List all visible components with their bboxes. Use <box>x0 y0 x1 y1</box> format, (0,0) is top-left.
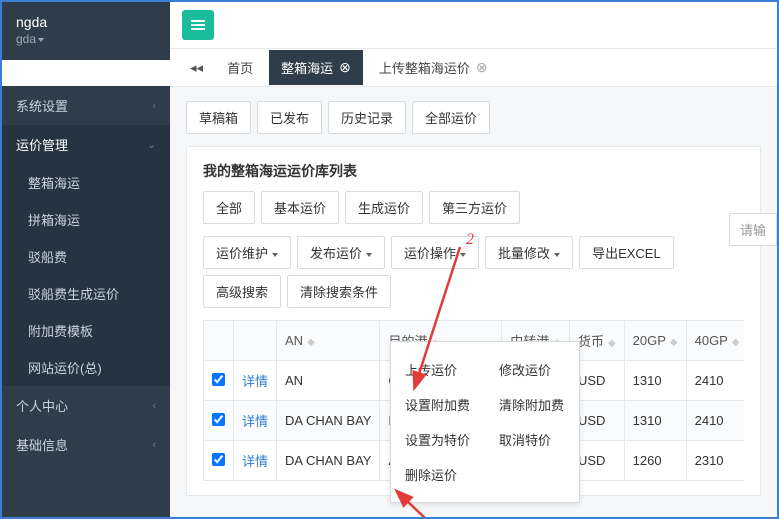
caret-down-icon <box>554 253 560 257</box>
sidebar-submenu: 整箱海运 拼箱海运 驳船费 驳船费生成运价 附加费模板 网站运价(总) <box>2 164 170 386</box>
close-icon[interactable]: ⊗ <box>476 59 488 76</box>
detail-link[interactable]: 详情 <box>234 361 277 401</box>
filter-generated[interactable]: 生成运价 <box>345 191 423 224</box>
tabbar: ◂◂ 首页 整箱海运 ⊗ 上传整箱海运价 ⊗ <box>170 49 777 87</box>
caret-down-icon <box>366 253 372 257</box>
btn-clear-search[interactable]: 清除搜索条件 <box>287 275 391 308</box>
sidebar-label: 运价管理 <box>16 135 68 154</box>
cell-an: DA CHAN BAY <box>277 441 380 481</box>
cell-20gp: 1310 <box>624 361 686 401</box>
btn-export-excel[interactable]: 导出EXCEL <box>579 236 674 269</box>
chevron-left-icon: ‹ <box>152 439 156 451</box>
main-area: ◂◂ 首页 整箱海运 ⊗ 上传整箱海运价 ⊗ 草稿箱 已发布 历史记录 全部运价 我… <box>170 2 777 517</box>
th-detail <box>234 321 277 361</box>
sort-icon: ◆ <box>670 337 678 348</box>
dd-delete-price[interactable]: 删除运价 <box>391 457 485 492</box>
filter-tab-row: 全部 基本运价 生成运价 第三方运价 <box>203 191 744 224</box>
sidebar-item-freight-manage[interactable]: 运价管理 ⌄ <box>2 125 170 164</box>
row-checkbox[interactable] <box>212 373 225 386</box>
cell-40gp: 2310 <box>686 441 744 481</box>
brand-block: ngda gda <box>2 2 170 52</box>
sidebar-item-basicinfo[interactable]: 基础信息 ‹ <box>2 425 170 464</box>
caret-down-icon <box>460 253 466 257</box>
btn-maintain[interactable]: 运价维护 <box>203 236 291 269</box>
sidebar-sub-lcl[interactable]: 拼箱海运 <box>2 201 170 238</box>
sidebar: ngda gda 系统设置 ‹ 运价管理 ⌄ 整箱海运 拼箱海运 驳船费 驳船费… <box>2 2 170 517</box>
sidebar-item-personal[interactable]: 个人中心 ‹ <box>2 386 170 425</box>
cell-20gp: 1310 <box>624 401 686 441</box>
close-icon[interactable]: ⊗ <box>339 59 351 76</box>
operate-dropdown: 上传运价 修改运价 设置附加费 清除附加费 设置为特价 取消特价 删除运价 <box>390 341 580 503</box>
cell-40gp: 2410 <box>686 361 744 401</box>
filter-thirdparty[interactable]: 第三方运价 <box>429 191 520 224</box>
sidebar-item-system-settings[interactable]: 系统设置 ‹ <box>2 86 170 125</box>
tab-label: 上传整箱海运价 <box>379 58 470 77</box>
row-checkbox[interactable] <box>212 413 225 426</box>
brand-sub[interactable]: gda <box>16 32 156 46</box>
action-button-row: 运价维护 发布运价 运价操作 批量修改 导出EXCEL 高级搜索 清除搜索条件 <box>203 236 744 308</box>
btn-batch-edit[interactable]: 批量修改 <box>485 236 573 269</box>
sidebar-sub-site-price[interactable]: 网站运价(总) <box>2 349 170 386</box>
th-check <box>204 321 234 361</box>
btn-publish[interactable]: 发布运价 <box>297 236 385 269</box>
detail-link[interactable]: 详情 <box>234 401 277 441</box>
btn-draft[interactable]: 草稿箱 <box>186 101 251 134</box>
chevron-left-icon: ‹ <box>152 100 156 112</box>
tab-fcl[interactable]: 整箱海运 ⊗ <box>269 50 363 85</box>
btn-all-prices[interactable]: 全部运价 <box>412 101 490 134</box>
sidebar-label: 基础信息 <box>16 435 68 454</box>
content: 草稿箱 已发布 历史记录 全部运价 我的整箱海运运价库列表 全部 基本运价 生成… <box>170 87 777 517</box>
hamburger-icon <box>191 24 205 26</box>
th-20gp[interactable]: 20GP◆ <box>624 321 686 361</box>
cell-an: DA CHAN BAY <box>277 401 380 441</box>
brand-title: ngda <box>16 14 156 30</box>
dd-empty <box>485 457 579 492</box>
topbar <box>170 2 777 49</box>
tabs-rewind-button[interactable]: ◂◂ <box>182 60 211 76</box>
sort-icon: ◆ <box>608 338 616 349</box>
caret-down-icon <box>272 253 278 257</box>
sidebar-sub-barge[interactable]: 驳船费 <box>2 238 170 275</box>
btn-operate[interactable]: 运价操作 <box>391 236 479 269</box>
btn-history[interactable]: 历史记录 <box>328 101 406 134</box>
filter-basic[interactable]: 基本运价 <box>261 191 339 224</box>
tab-home[interactable]: 首页 <box>215 50 265 85</box>
top-button-row: 草稿箱 已发布 历史记录 全部运价 <box>186 101 761 134</box>
caret-down-icon <box>38 38 44 42</box>
cell-20gp: 1260 <box>624 441 686 481</box>
chevron-down-icon: ⌄ <box>147 138 156 151</box>
cell-an: AN <box>277 361 380 401</box>
sidebar-label: 系统设置 <box>16 96 68 115</box>
th-40gp[interactable]: 40GP◆ <box>686 321 744 361</box>
sidebar-label: 个人中心 <box>16 396 68 415</box>
panel-title: 我的整箱海运运价库列表 <box>203 161 744 181</box>
tab-upload-fcl[interactable]: 上传整箱海运价 ⊗ <box>367 50 500 85</box>
filter-all[interactable]: 全部 <box>203 191 255 224</box>
chevron-left-icon: ‹ <box>152 400 156 412</box>
cell-40gp: 2410 <box>686 401 744 441</box>
white-strip <box>2 60 170 86</box>
row-checkbox[interactable] <box>212 453 225 466</box>
sort-icon: ◆ <box>732 337 740 348</box>
dd-clear-surcharge[interactable]: 清除附加费 <box>485 387 579 422</box>
detail-link[interactable]: 详情 <box>234 441 277 481</box>
sidebar-sub-surcharge-tpl[interactable]: 附加费模板 <box>2 312 170 349</box>
th-an[interactable]: AN◆ <box>277 321 380 361</box>
sidebar-sub-fcl[interactable]: 整箱海运 <box>2 164 170 201</box>
tab-label: 首页 <box>227 58 253 77</box>
search-input-hint[interactable]: 请输 <box>729 213 777 246</box>
dd-set-surcharge[interactable]: 设置附加费 <box>391 387 485 422</box>
sort-icon: ◆ <box>307 337 315 348</box>
dd-upload-price[interactable]: 上传运价 <box>391 352 485 387</box>
btn-adv-search[interactable]: 高级搜索 <box>203 275 281 308</box>
sidebar-sub-barge-gen[interactable]: 驳船费生成运价 <box>2 275 170 312</box>
hamburger-button[interactable] <box>182 10 214 40</box>
dd-edit-price[interactable]: 修改运价 <box>485 352 579 387</box>
dd-cancel-special[interactable]: 取消特价 <box>485 422 579 457</box>
dd-set-special[interactable]: 设置为特价 <box>391 422 485 457</box>
btn-published[interactable]: 已发布 <box>257 101 322 134</box>
tab-label: 整箱海运 <box>281 58 333 77</box>
